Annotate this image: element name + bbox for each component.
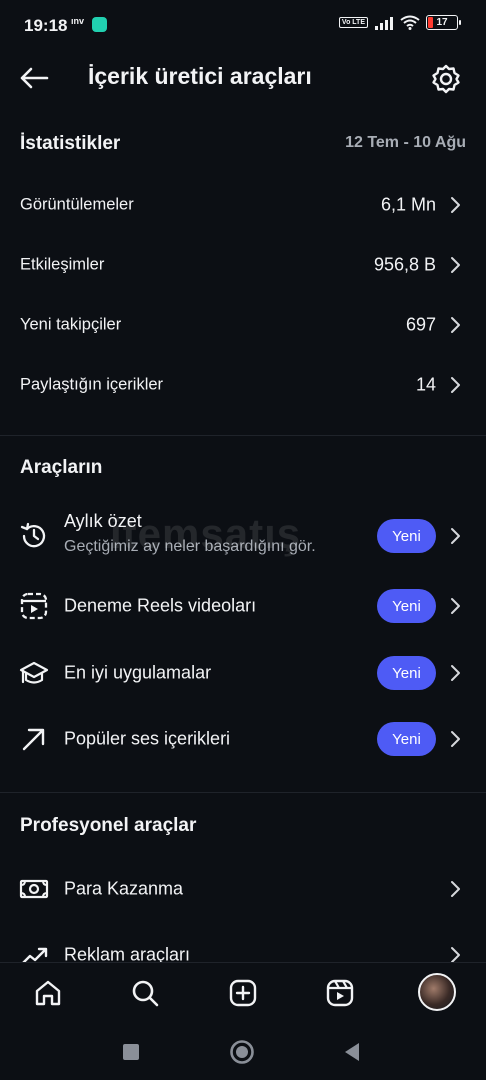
stat-label: Etkileşimler [20, 255, 105, 274]
stat-row-new-followers[interactable]: Yeni takipçiler 697 [0, 295, 486, 355]
battery-level [428, 17, 433, 28]
home-system-button[interactable] [228, 1038, 256, 1066]
tool-row-best-practices[interactable]: En iyi uygulamalar Yeni [0, 640, 486, 706]
header: İçerik üretici araçları [0, 50, 486, 106]
chevron-right-icon [451, 731, 460, 747]
stat-row-interactions[interactable]: Etkileşimler 956,8 B [0, 235, 486, 295]
battery-tip [459, 20, 461, 25]
tool-label: Para Kazanma [64, 878, 184, 899]
nav-search[interactable] [127, 975, 163, 1011]
recent-apps-button[interactable] [117, 1038, 145, 1066]
history-icon [18, 520, 50, 552]
new-badge: Yeni [377, 519, 436, 553]
battery-icon: 17 [426, 15, 461, 30]
divider [0, 792, 486, 793]
chevron-right-icon [451, 377, 460, 393]
tool-label: En iyi uygulamalar [64, 662, 212, 683]
stat-value: 697 [405, 314, 436, 335]
nav-reels[interactable] [322, 975, 358, 1011]
status-bar: 19:18 ınv Vo LTE 17 [0, 0, 486, 50]
arrow-left-icon [20, 67, 49, 89]
chevron-right-icon [451, 665, 460, 681]
new-badge: Yeni [377, 656, 436, 690]
chevron-right-icon [451, 598, 460, 614]
money-icon [18, 873, 50, 905]
profile-avatar[interactable] [418, 973, 456, 1011]
settings-button[interactable] [428, 61, 464, 97]
reels-trial-icon [18, 590, 50, 622]
stat-row-views[interactable]: Görüntülemeler 6,1 Mn [0, 175, 486, 235]
tool-label: Deneme Reels videoları [64, 595, 257, 616]
tool-row-popular-audio[interactable]: Popüler ses içerikleri Yeni [0, 706, 486, 772]
back-button[interactable] [14, 60, 54, 96]
circle-icon [230, 1040, 254, 1064]
tools-title: Araçların [20, 457, 103, 478]
divider [0, 435, 486, 436]
tool-row-trial-reels[interactable]: Deneme Reels videoları Yeni [0, 573, 486, 639]
new-badge: Yeni [377, 589, 436, 623]
watermark: itemsatış [110, 510, 302, 557]
wifi-icon [400, 15, 420, 30]
nav-create[interactable] [225, 975, 261, 1011]
status-carrier: ınv [71, 16, 85, 26]
chevron-right-icon [451, 317, 460, 333]
date-range[interactable]: 12 Tem - 10 Ağu [345, 134, 466, 152]
stat-value: 14 [415, 374, 436, 395]
graduation-cap-icon [18, 657, 50, 689]
stat-label: Görüntülemeler [20, 195, 134, 214]
battery-percent: 17 [436, 17, 448, 28]
status-right: Vo LTE 17 [338, 15, 461, 30]
chevron-right-icon [451, 881, 460, 897]
new-badge: Yeni [377, 722, 436, 756]
screen: 19:18 ınv Vo LTE 17 İçerik üretici araçl… [0, 0, 486, 1080]
status-time: 19:18 [24, 16, 68, 35]
tool-label: Popüler ses içerikleri [64, 728, 231, 749]
bottom-nav [0, 962, 486, 1024]
stat-label: Paylaştığın içerikler [20, 375, 164, 394]
reels-icon [326, 979, 354, 1007]
stat-value: 956,8 B [373, 254, 436, 275]
nav-home[interactable] [30, 975, 66, 1011]
search-icon [132, 980, 159, 1007]
create-icon [229, 979, 257, 1007]
chevron-right-icon [451, 257, 460, 273]
professional-title: Profesyonel araçlar [20, 815, 197, 836]
statistics-title: İstatistikler [20, 133, 121, 154]
chevron-right-icon [451, 197, 460, 213]
tool-row-monetization[interactable]: Para Kazanma [0, 856, 486, 922]
stat-value: 6,1 Mn [380, 194, 436, 215]
chevron-right-icon [451, 528, 460, 544]
stat-label: Yeni takipçiler [20, 315, 122, 334]
back-system-button[interactable] [338, 1038, 366, 1066]
volte-icon: Vo LTE [338, 17, 368, 28]
triangle-back-icon [345, 1043, 359, 1061]
system-nav [0, 1024, 486, 1080]
page-title: İçerik üretici araçları [88, 63, 312, 89]
stat-row-shared-content[interactable]: Paylaştığın içerikler 14 [0, 355, 486, 415]
gear-icon [432, 64, 460, 94]
home-icon [35, 980, 61, 1006]
signal-icon [375, 16, 393, 30]
trending-arrow-icon [18, 723, 50, 755]
square-icon [123, 1044, 139, 1060]
app-notification-icon [92, 17, 107, 32]
